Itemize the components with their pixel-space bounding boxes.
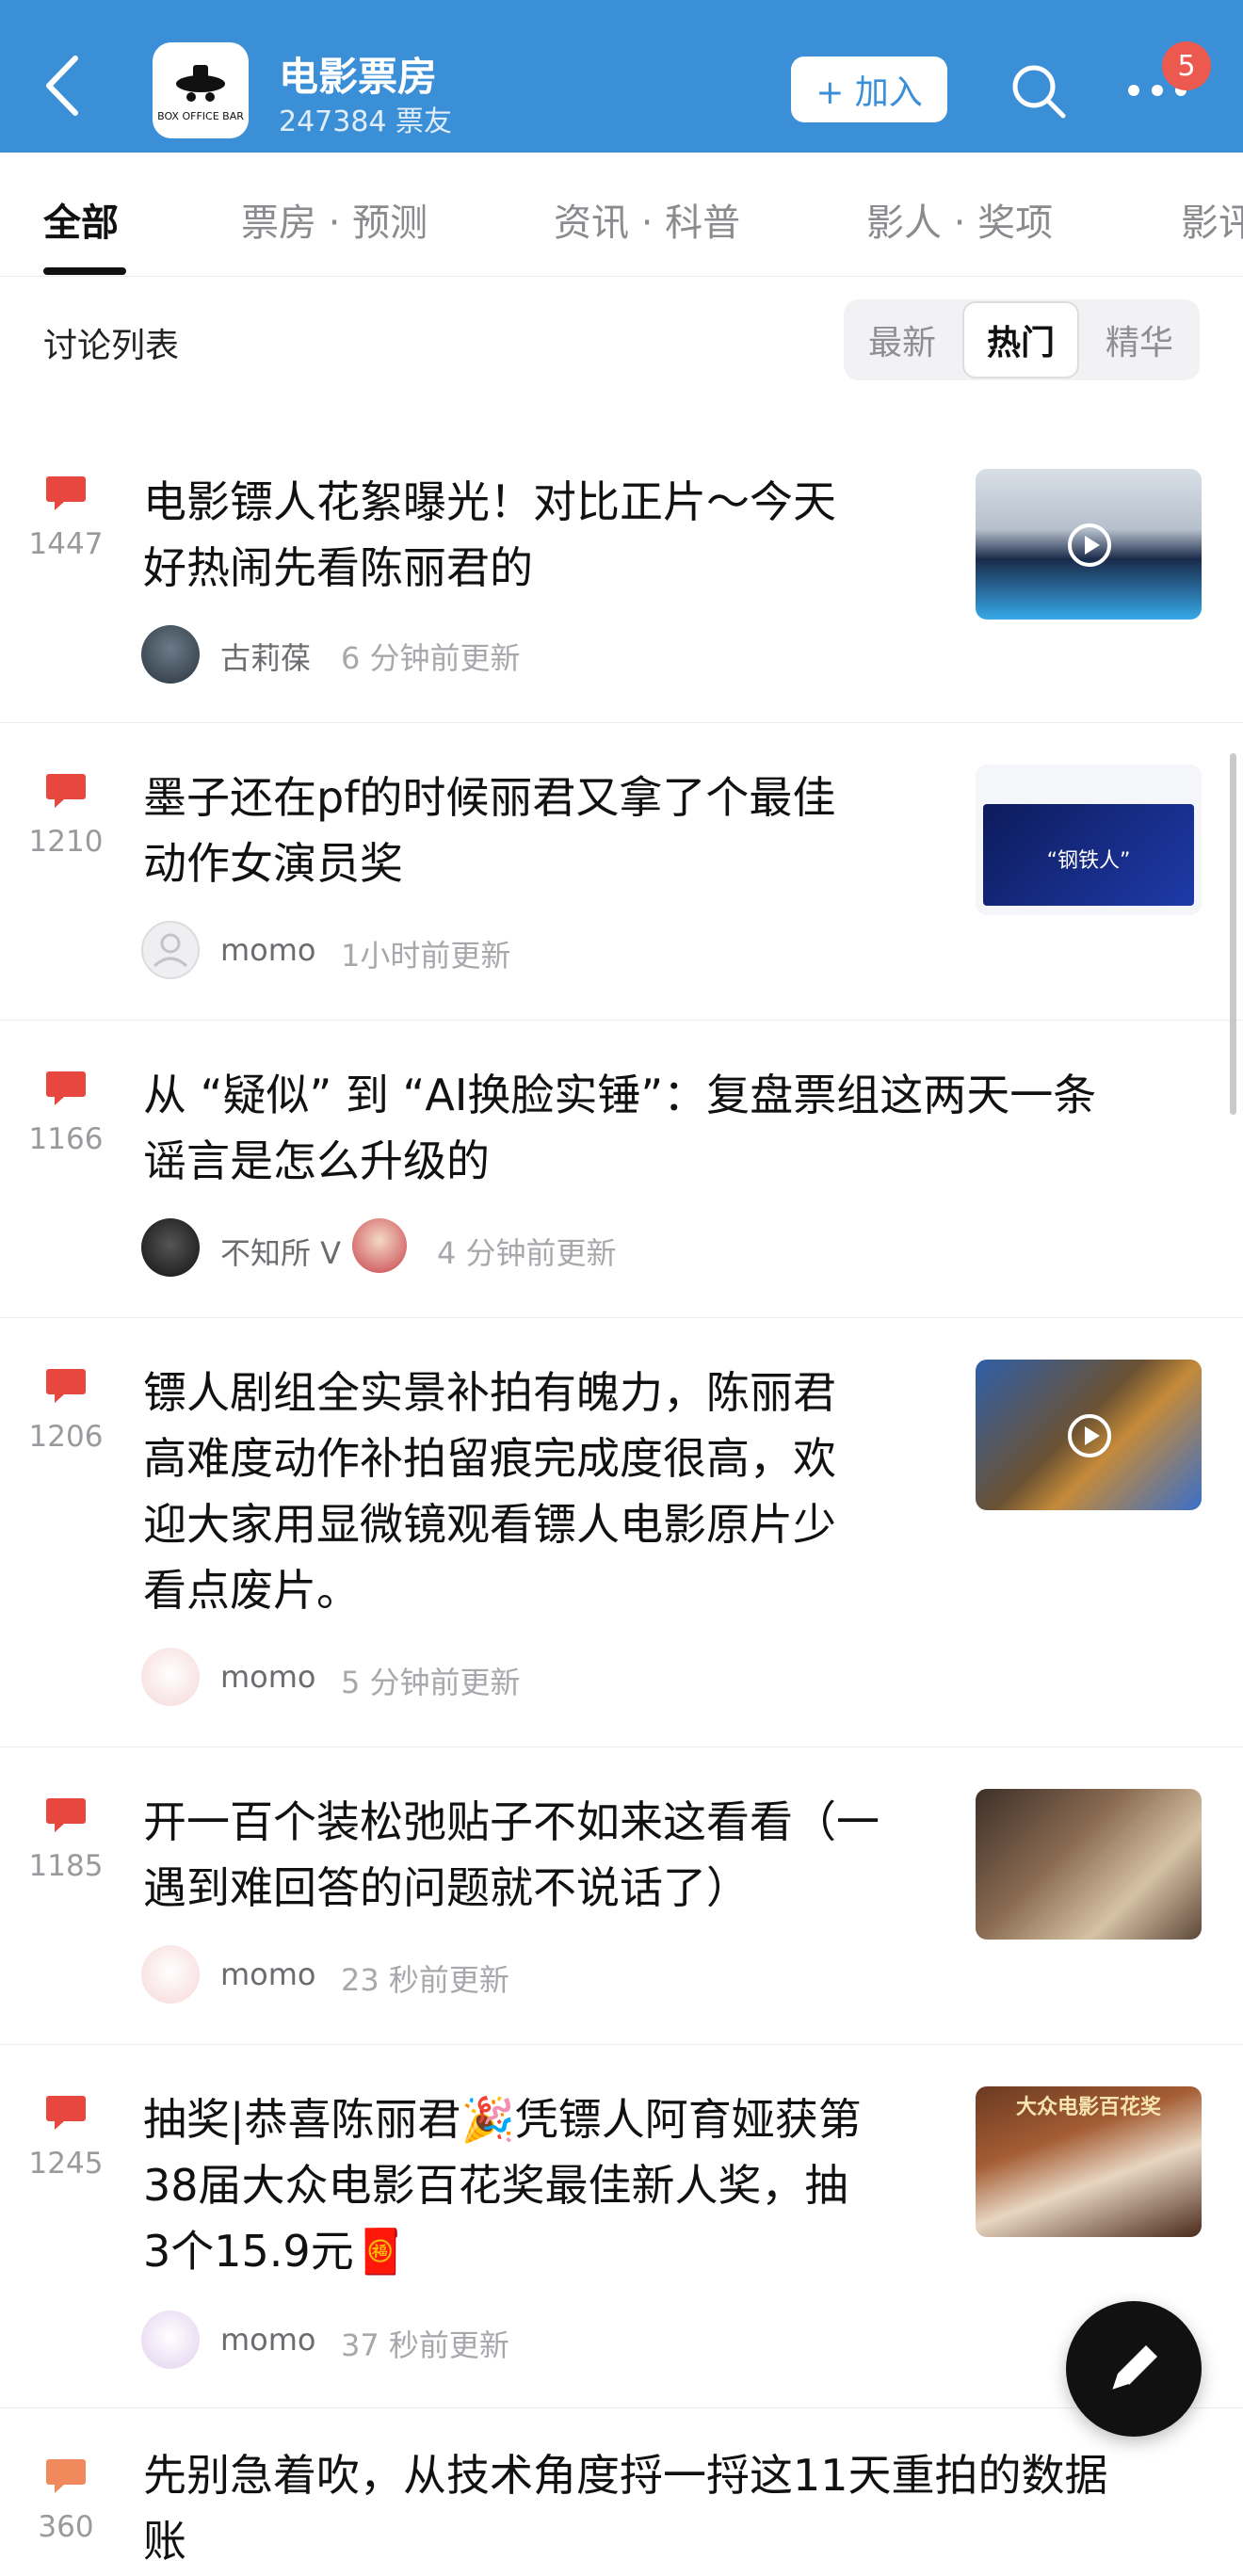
author-name[interactable]: 古莉葆: [220, 635, 311, 678]
tab-box-office[interactable]: 票房 · 预测: [241, 192, 428, 247]
post-title-line[interactable]: 账: [143, 2508, 186, 2574]
tab-news[interactable]: 资讯 · 科普: [554, 192, 740, 247]
post-item[interactable]: 1185 开一百个装松弛贴子不如来这看看（一 遇到难回答的问题就不说话了） mo…: [0, 1747, 1243, 2045]
forum-logo[interactable]: BOX OFFICE BAR: [153, 42, 249, 138]
comment-icon: [46, 1071, 86, 1105]
forum-header: BOX OFFICE BAR 电影票房 247384 票友 + 加入 5: [0, 0, 1243, 153]
join-button[interactable]: + 加入: [791, 56, 947, 122]
post-thumbnail-image[interactable]: “钢铁人”: [976, 765, 1202, 915]
author-name[interactable]: momo: [220, 1956, 316, 1992]
comment-icon: [46, 2459, 86, 2493]
comment-count: 1245: [28, 2147, 104, 2181]
tab-all[interactable]: 全部: [43, 192, 119, 247]
member-count: 247384 票友: [279, 105, 453, 138]
default-user-icon: [153, 933, 188, 968]
play-icon: [1068, 523, 1111, 567]
update-time: 37 秒前更新: [341, 2327, 509, 2363]
post-title-line[interactable]: 抽奖|恭喜陈丽君🎉凭镖人阿育娅获第: [143, 2086, 862, 2152]
sort-featured[interactable]: 精华: [1081, 299, 1198, 380]
comment-count: 1210: [28, 825, 104, 859]
post-item[interactable]: 1447 电影镖人花絮曝光！对比正片～今天 好热闹先看陈丽君的 古莉葆 6 分钟…: [0, 422, 1243, 723]
post-thumbnail-video[interactable]: [976, 469, 1202, 620]
active-tab-indicator: [43, 267, 126, 275]
post-title-line[interactable]: 电影镖人花絮曝光！对比正片～今天: [143, 469, 836, 535]
comment-icon: [46, 2096, 86, 2130]
thumb-caption: 大众电影百花奖: [1015, 2096, 1161, 2119]
search-icon[interactable]: [1009, 62, 1068, 121]
author-name[interactable]: momo: [220, 932, 316, 968]
post-thumbnail-image[interactable]: [976, 1789, 1202, 1940]
update-time: 6 分钟前更新: [341, 640, 521, 676]
post-title-line[interactable]: 镖人剧组全实景补拍有魄力，陈丽君: [143, 1360, 836, 1425]
comment-icon: [46, 1369, 86, 1403]
post-thumbnail-video[interactable]: [976, 1360, 1202, 1510]
avatar[interactable]: [141, 921, 200, 979]
tab-people-awards[interactable]: 影人 · 奖项: [866, 192, 1053, 247]
sort-hot[interactable]: 热门: [962, 301, 1079, 378]
update-time: 5 分钟前更新: [341, 1665, 521, 1700]
post-title-line[interactable]: 好热闹先看陈丽君的: [143, 535, 533, 601]
comment-count: 360: [38, 2510, 94, 2544]
post-title-line[interactable]: 动作女演员奖: [143, 830, 403, 896]
post-item[interactable]: 1206 镖人剧组全实景补拍有魄力，陈丽君 高难度动作补拍留痕完成度很高，欢 迎…: [0, 1318, 1243, 1747]
post-title-line[interactable]: 3个15.9元🧧: [143, 2218, 408, 2284]
avatar[interactable]: [141, 1648, 200, 1706]
thumb-caption: “钢铁人”: [1046, 849, 1131, 873]
author-name[interactable]: 不知所 V: [220, 1230, 341, 1273]
post-title-line[interactable]: 38届大众电影百花奖最佳新人奖，抽: [143, 2152, 848, 2218]
update-time: 23 秒前更新: [341, 1962, 509, 1998]
comment-icon: [46, 774, 86, 808]
post-title-line[interactable]: 谣言是怎么升级的: [143, 1128, 490, 1194]
tab-reviews[interactable]: 影评: [1181, 192, 1243, 247]
second-avatar[interactable]: [352, 1218, 407, 1273]
post-item[interactable]: 360 先别急着吹，从技术角度捋一捋这11天重拍的数据 账: [0, 2408, 1243, 2576]
post-title-line[interactable]: 迎大家用显微镜观看镖人电影原片少: [143, 1491, 836, 1557]
sort-segmented-control: 最新 热门 精华: [844, 299, 1200, 380]
post-title-line[interactable]: 从 “疑似” 到 “AI换脸实锤”：复盘票组这两天一条: [143, 1062, 1096, 1128]
author-name[interactable]: momo: [220, 1659, 316, 1695]
post-title-line[interactable]: 墨子还在pf的时候丽君又拿了个最佳: [143, 765, 835, 830]
film-camera-icon: [176, 64, 225, 102]
sort-latest[interactable]: 最新: [844, 299, 960, 380]
update-time: 4 分钟前更新: [437, 1235, 617, 1271]
logo-text: BOX OFFICE BAR: [157, 109, 244, 122]
avatar[interactable]: [141, 2310, 200, 2369]
comment-count: 1185: [28, 1849, 104, 1883]
scrollbar[interactable]: [1230, 753, 1236, 1115]
notification-badge: 5: [1162, 41, 1211, 90]
back-arrow-icon[interactable]: [38, 53, 90, 119]
update-time: 1小时前更新: [341, 938, 511, 974]
post-title-line[interactable]: 高难度动作补拍留痕完成度很高，欢: [143, 1425, 836, 1491]
discussion-list-title: 讨论列表: [43, 327, 180, 365]
post-title-line[interactable]: 遇到难回答的问题就不说话了）: [143, 1855, 750, 1921]
pen-icon: [1111, 2345, 1157, 2391]
post-thumbnail-image[interactable]: 大众电影百花奖: [976, 2086, 1202, 2237]
comment-count: 1206: [28, 1420, 104, 1454]
post-title-line[interactable]: 看点废片。: [143, 1557, 360, 1623]
forum-name: 电影票房: [279, 54, 438, 100]
compose-button[interactable]: [1066, 2301, 1202, 2437]
post-item[interactable]: 1166 从 “疑似” 到 “AI换脸实锤”：复盘票组这两天一条 谣言是怎么升级…: [0, 1021, 1243, 1318]
post-item[interactable]: 1245 抽奖|恭喜陈丽君🎉凭镖人阿育娅获第 38届大众电影百花奖最佳新人奖，抽…: [0, 2045, 1243, 2408]
comment-icon: [46, 476, 86, 510]
post-item[interactable]: 1210 墨子还在pf的时候丽君又拿了个最佳 动作女演员奖 “钢铁人” momo…: [0, 723, 1243, 1021]
comment-count: 1166: [28, 1122, 104, 1156]
post-title-line[interactable]: 开一百个装松弛贴子不如来这看看（一: [143, 1789, 880, 1855]
avatar[interactable]: [141, 625, 200, 684]
avatar[interactable]: [141, 1945, 200, 2004]
comment-icon: [46, 1798, 86, 1832]
play-icon: [1068, 1414, 1111, 1457]
category-tabs: 全部 票房 · 预测 资讯 · 科普 影人 · 奖项 影评: [0, 153, 1243, 277]
author-name[interactable]: momo: [220, 2322, 316, 2358]
comment-count: 1447: [28, 527, 104, 561]
avatar[interactable]: [141, 1218, 200, 1277]
post-title-line[interactable]: 先别急着吹，从技术角度捋一捋这11天重拍的数据: [143, 2442, 1108, 2508]
